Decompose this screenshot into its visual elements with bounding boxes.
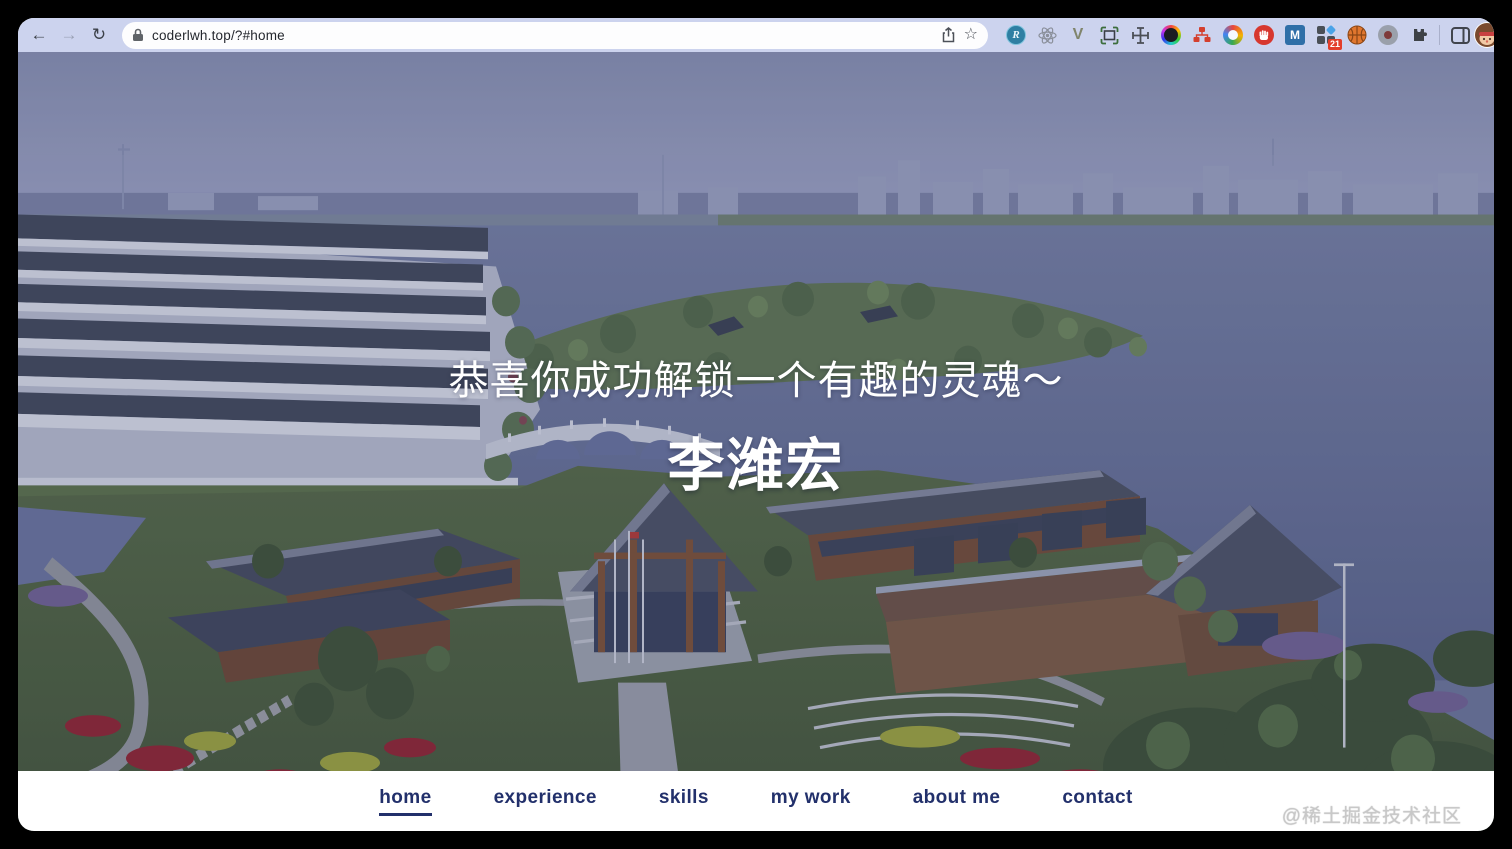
forward-button[interactable]: → (56, 22, 82, 48)
browser-toolbar: ← → ↻ coderlwh.top/?#home ☆ R V M 21 (18, 18, 1494, 52)
extension-sitemap-icon[interactable] (1192, 25, 1212, 45)
extension-m-square-icon[interactable]: M (1285, 25, 1305, 45)
profile-avatar-button[interactable] (1474, 22, 1494, 48)
hero-background-photo (18, 52, 1494, 831)
nav-link-my-work[interactable]: my work (771, 787, 851, 816)
toolbar-divider (1439, 25, 1440, 45)
lock-icon[interactable] (132, 28, 144, 42)
extension-vue-devtools-icon[interactable]: V (1068, 25, 1088, 45)
extensions-puzzle-icon[interactable] (1409, 25, 1429, 45)
extension-basketball-icon[interactable] (1347, 25, 1367, 45)
url-text: coderlwh.top/?#home (152, 27, 285, 43)
nav-link-about-me[interactable]: about me (913, 787, 1001, 816)
address-bar[interactable]: coderlwh.top/?#home ☆ (122, 21, 988, 49)
extension-move-tool-icon[interactable] (1130, 25, 1150, 45)
nav-link-experience[interactable]: experience (494, 787, 597, 816)
extension-color-lens-icon[interactable] (1161, 25, 1181, 45)
tab-count-badge: 21 (1327, 39, 1342, 50)
extension-gray-dot-icon[interactable] (1378, 25, 1398, 45)
extension-react-devtools-icon[interactable] (1037, 25, 1057, 45)
share-icon[interactable] (941, 27, 956, 43)
nav-link-skills[interactable]: skills (659, 787, 709, 816)
back-button[interactable]: ← (26, 22, 52, 48)
side-panel-button[interactable] (1450, 25, 1470, 45)
extension-adblock-hand-icon[interactable] (1254, 25, 1274, 45)
extension-colorful-ring-icon[interactable] (1223, 25, 1243, 45)
site-navbar: home experience skills my work about me … (18, 771, 1494, 831)
browser-window: ← → ↻ coderlwh.top/?#home ☆ R V M 21 恭喜你… (18, 18, 1494, 831)
reload-button[interactable]: ↻ (86, 22, 112, 48)
bookmark-star-icon[interactable]: ☆ (964, 27, 978, 43)
hero-section: 恭喜你成功解锁一个有趣的灵魂～ 李潍宏 home experience skil… (18, 52, 1494, 831)
extension-screenshot-frame-icon[interactable] (1099, 25, 1119, 45)
nav-link-home[interactable]: home (379, 787, 432, 816)
extension-r-circle-icon[interactable]: R (1006, 25, 1026, 45)
extension-tab-tiles-icon[interactable]: 21 (1316, 24, 1342, 50)
extensions-row: R V M 21 (1006, 24, 1429, 50)
nav-link-contact[interactable]: contact (1062, 787, 1132, 816)
